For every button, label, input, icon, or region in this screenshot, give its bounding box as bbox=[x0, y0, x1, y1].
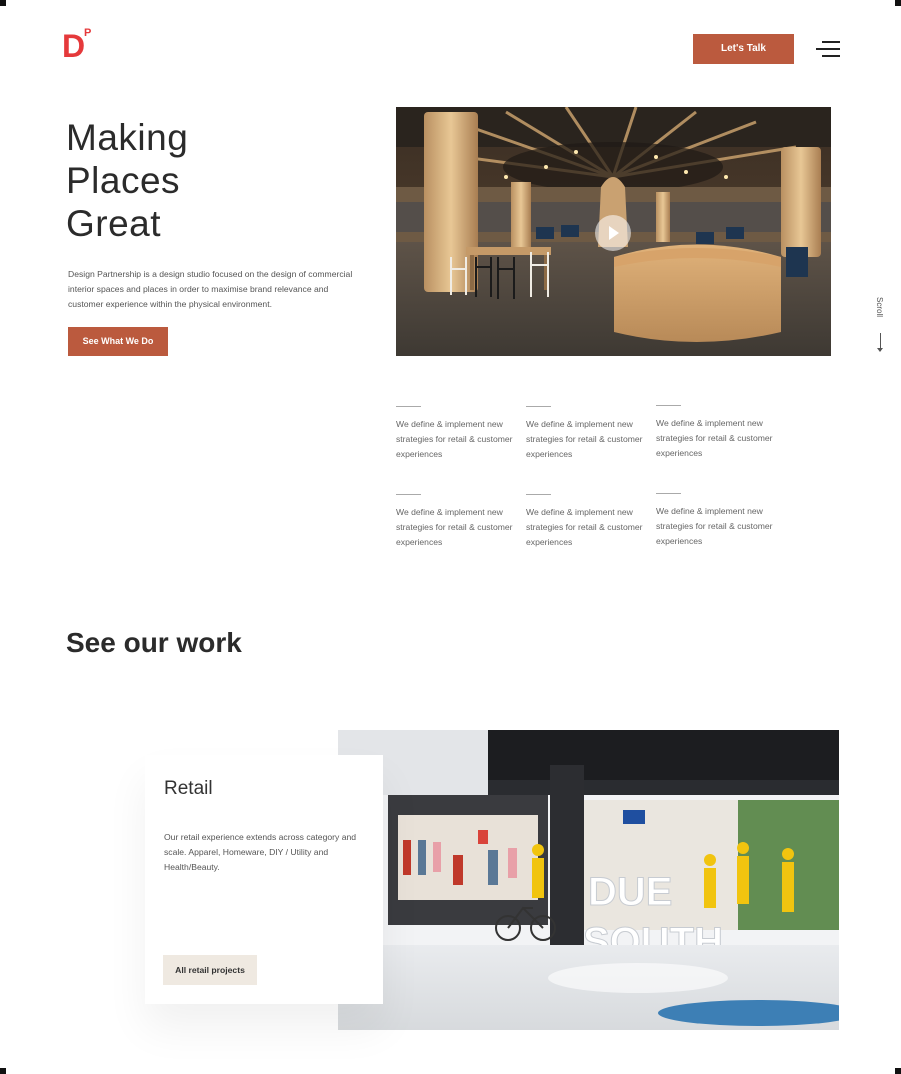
feature-divider bbox=[396, 406, 421, 407]
all-retail-projects-button[interactable]: All retail projects bbox=[163, 955, 257, 985]
hero-video-image[interactable] bbox=[396, 107, 831, 356]
card-title: Retail bbox=[164, 778, 213, 799]
feature-text: We define & implement new strategies for… bbox=[526, 419, 643, 459]
hero-description: Design Partnership is a design studio fo… bbox=[68, 269, 353, 309]
card-description: Our retail experience extends across cat… bbox=[164, 832, 357, 872]
feature-text: We define & implement new strategies for… bbox=[656, 506, 773, 546]
scroll-indicator[interactable]: Scroll bbox=[873, 297, 887, 356]
lets-talk-button[interactable]: Let's Talk bbox=[693, 34, 794, 64]
see-what-we-do-button[interactable]: See What We Do bbox=[68, 327, 168, 356]
feature-divider bbox=[656, 405, 681, 406]
corner-mark bbox=[0, 0, 6, 6]
hero-title: Making Places Great bbox=[66, 116, 188, 245]
play-icon[interactable] bbox=[595, 215, 631, 251]
feature-divider bbox=[396, 494, 421, 495]
feature-item: We define & implement new strategies for… bbox=[656, 493, 776, 549]
scroll-label: Scroll bbox=[875, 297, 884, 318]
sign-text: DUE bbox=[588, 870, 672, 914]
hero-title-line: Places bbox=[66, 160, 181, 201]
retail-card: Retail Our retail experience extends acr… bbox=[145, 755, 383, 1004]
brand-logo[interactable]: D P bbox=[62, 28, 94, 64]
feature-divider bbox=[656, 493, 681, 494]
feature-text: We define & implement new strategies for… bbox=[396, 419, 513, 459]
corner-mark bbox=[0, 1068, 6, 1074]
feature-item: We define & implement new strategies for… bbox=[396, 494, 516, 550]
hero-title-line: Making bbox=[66, 117, 189, 158]
logo-superscript: P bbox=[84, 27, 92, 39]
retail-project-image[interactable]: DUE SOUTH bbox=[338, 730, 839, 1030]
feature-divider bbox=[526, 494, 551, 495]
feature-text: We define & implement new strategies for… bbox=[396, 507, 513, 547]
retail-store-illustration: DUE SOUTH bbox=[338, 730, 839, 1030]
hamburger-menu-icon[interactable] bbox=[816, 38, 840, 60]
feature-item: We define & implement new strategies for… bbox=[526, 406, 646, 462]
logo-letter: D bbox=[62, 28, 86, 64]
feature-item: We define & implement new strategies for… bbox=[396, 406, 516, 462]
feature-item: We define & implement new strategies for… bbox=[526, 494, 646, 550]
arrow-down-icon bbox=[877, 333, 883, 352]
feature-divider bbox=[526, 406, 551, 407]
section-heading: See our work bbox=[66, 627, 242, 658]
feature-text: We define & implement new strategies for… bbox=[526, 507, 643, 547]
corner-mark bbox=[895, 0, 901, 6]
feature-item: We define & implement new strategies for… bbox=[656, 405, 776, 461]
corner-mark bbox=[895, 1068, 901, 1074]
feature-text: We define & implement new strategies for… bbox=[656, 418, 773, 458]
hero-title-line: Great bbox=[66, 203, 162, 244]
